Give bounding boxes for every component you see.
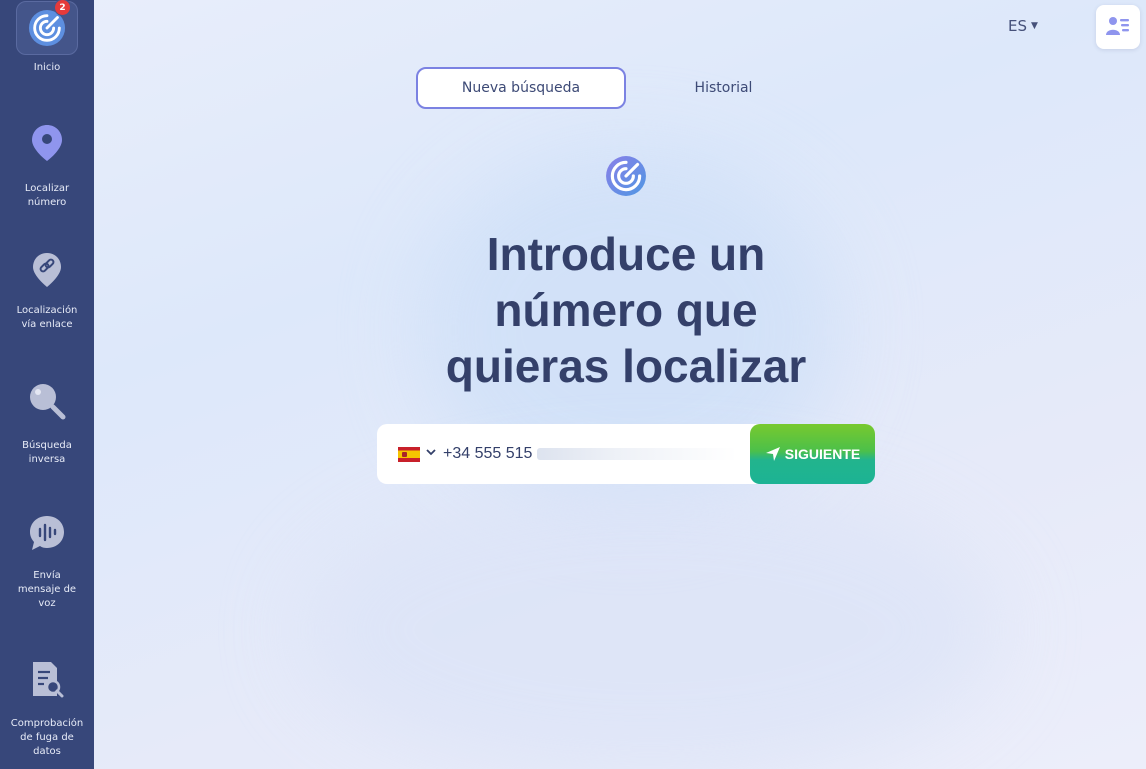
background-glow	[300, 480, 1000, 769]
home-tile[interactable]: 2	[16, 0, 78, 55]
sidebar-item-reverse-search[interactable]: Búsqueda inversa	[0, 382, 94, 467]
phone-search-form: SIGUIENTE	[377, 424, 875, 484]
sidebar-item-label: Envía mensaje de voz	[17, 570, 77, 609]
profile-button[interactable]	[1096, 5, 1140, 49]
language-selector[interactable]: ES ▼	[1008, 17, 1038, 35]
magnifier-icon	[30, 384, 66, 420]
sidebar-item-label: Búsqueda inversa	[22, 440, 72, 465]
sidebar-item-label: Localización vía enlace	[16, 305, 78, 330]
user-list-icon	[1106, 17, 1129, 35]
sidebar-item-locate-number[interactable]: Localizar número	[0, 124, 94, 210]
tab-new-search[interactable]: Nueva búsqueda	[416, 67, 626, 109]
sidebar-item-link-location[interactable]: Localización vía enlace	[0, 252, 94, 332]
sidebar-item-data-leak-check[interactable]: Comprobación de fuga de datos	[0, 660, 94, 759]
submit-label: SIGUIENTE	[784, 446, 861, 462]
data-leak-check-icon	[33, 662, 64, 698]
sidebar: 2 Inicio Localizar número Localización v…	[0, 0, 94, 769]
sidebar-item-label: Comprobación de fuga de datos	[10, 718, 84, 757]
chevron-down-icon[interactable]	[425, 446, 437, 458]
sidebar-item-voice-message[interactable]: Envía mensaje de voz	[0, 514, 94, 611]
caret-down-icon: ▼	[1031, 21, 1038, 31]
send-arrow-icon	[765, 447, 780, 461]
tab-history[interactable]: Historial	[631, 67, 816, 109]
location-pin-icon	[32, 125, 62, 161]
language-code: ES	[1008, 17, 1027, 35]
submit-button[interactable]: SIGUIENTE	[750, 424, 875, 484]
redacted-digits	[537, 448, 737, 460]
sidebar-item-label: Inicio	[33, 62, 61, 73]
spain-flag-icon[interactable]	[398, 447, 420, 462]
sidebar-item-label: Localizar número	[24, 183, 70, 208]
search-tabs: Nueva búsqueda Historial	[416, 67, 808, 109]
page-title: Introduce un número que quieras localiza…	[445, 228, 807, 392]
link-pin-icon	[33, 253, 61, 287]
radar-logo-icon	[606, 156, 646, 196]
sidebar-item-home[interactable]: 2 Inicio	[0, 0, 94, 75]
voice-message-icon	[30, 516, 64, 550]
notification-badge: 2	[54, 0, 71, 16]
